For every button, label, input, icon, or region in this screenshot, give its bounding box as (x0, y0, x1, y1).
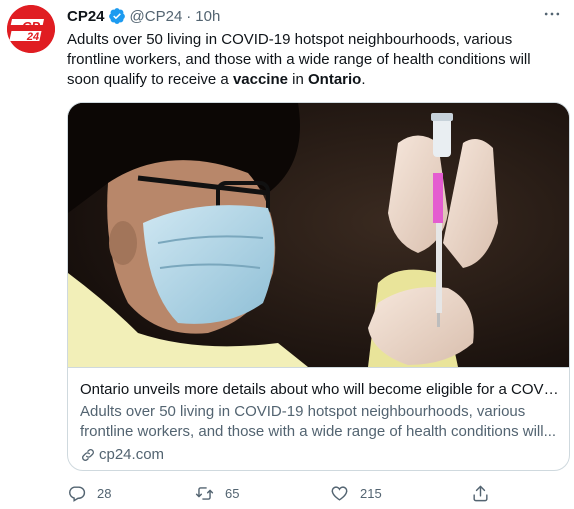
retweet-count: 65 (225, 486, 240, 501)
like-count: 215 (360, 486, 382, 501)
card-title[interactable]: Ontario unveils more details about who w… (80, 380, 560, 400)
card-description: Adults over 50 living in COVID-19 hotspo… (80, 403, 557, 440)
like-button[interactable]: 215 (330, 484, 382, 503)
share-button[interactable] (471, 484, 490, 503)
reply-button[interactable]: 28 (67, 484, 111, 503)
tweet[interactable]: CP 24 CP24 @CP24 · 10h Adults over 50 li… (0, 0, 574, 509)
cp24-logo: CP 24 (7, 5, 55, 53)
card-image[interactable] (68, 103, 569, 367)
retweet-icon (195, 487, 214, 500)
more-icon[interactable] (542, 4, 562, 24)
link-card[interactable]: Ontario unveils more details about who w… (67, 102, 570, 471)
card-body[interactable]: Ontario unveils more details about who w… (68, 367, 569, 470)
hashtag-vaccine[interactable]: vaccine (233, 71, 288, 88)
retweet-button[interactable]: 65 (195, 484, 239, 503)
reply-icon (69, 486, 86, 502)
reply-count: 28 (97, 486, 112, 501)
separator-dot: · (186, 7, 192, 25)
action-bar: 28 65 215 (67, 484, 507, 506)
author-name[interactable]: CP24 (67, 8, 105, 25)
avatar[interactable]: CP 24 (7, 5, 55, 53)
timestamp[interactable]: 10h (195, 8, 220, 25)
author-handle[interactable]: @CP24 (130, 8, 183, 25)
link-icon (82, 449, 94, 461)
svg-text:24: 24 (26, 31, 39, 43)
card-domain-text: cp24.com (99, 446, 165, 463)
like-icon (331, 486, 348, 501)
vaccine-photo (68, 103, 569, 367)
card-domain[interactable]: cp24.com (80, 445, 164, 465)
hashtag-ontario[interactable]: Ontario (308, 71, 361, 88)
share-icon (473, 485, 488, 502)
verified-badge-icon (108, 8, 125, 24)
tweet-text: Adults over 50 living in COVID-19 hotspo… (67, 31, 531, 88)
tweet-header: CP24 @CP24 · 10h (67, 6, 220, 26)
